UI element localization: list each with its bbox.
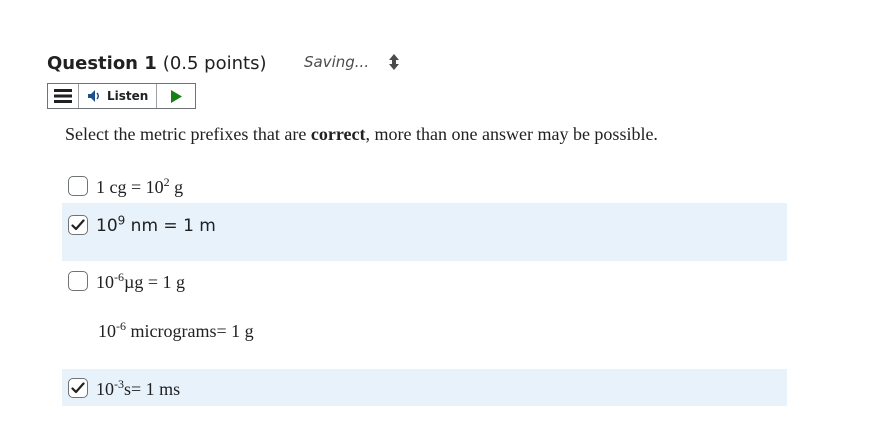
option-1-label: 1 cg = 102 g xyxy=(96,175,184,197)
option-3-extra-line: 10-6 micrograms= 1 g xyxy=(98,319,254,341)
listen-button[interactable]: Listen xyxy=(79,84,158,108)
speaker-icon xyxy=(88,90,99,102)
saving-text: Saving... xyxy=(304,53,370,71)
option-3-checkbox[interactable] xyxy=(68,271,88,291)
option-2[interactable]: 109 nm = 1 m xyxy=(62,203,787,261)
prompt-bold: correct xyxy=(310,124,366,144)
option-2-checkbox[interactable] xyxy=(68,215,88,235)
option-1[interactable]: 1 cg = 102 g xyxy=(62,174,787,202)
menu-icon xyxy=(54,89,72,103)
listen-label: Listen xyxy=(107,89,149,103)
play-button[interactable] xyxy=(157,84,195,108)
option-1-checkbox[interactable] xyxy=(68,176,88,196)
menu-button[interactable] xyxy=(48,84,79,108)
prompt-text: Select the metric prefixes that are xyxy=(65,124,311,144)
option-4-label: 10-3s= 1 ms xyxy=(96,377,181,399)
checkmark-icon xyxy=(71,219,85,231)
option-3-label: 10-6µg = 1 g xyxy=(96,270,186,292)
option-4-checkbox[interactable] xyxy=(68,378,88,398)
question-prompt: Select the metric prefixes that are corr… xyxy=(65,124,658,145)
prompt-text-end: , more than one answer may be possible. xyxy=(365,124,658,144)
question-header: Question 1 (0.5 points) xyxy=(47,50,266,76)
readspeaker-toolbar: Listen xyxy=(47,83,196,109)
checkmark-icon xyxy=(71,382,85,394)
option-4[interactable]: 10-3s= 1 ms xyxy=(62,369,787,406)
option-3[interactable]: 10-6µg = 1 g xyxy=(62,268,787,300)
play-icon xyxy=(171,89,183,103)
sync-icon xyxy=(385,52,403,72)
save-status: Saving... xyxy=(304,52,403,72)
option-2-label: 109 nm = 1 m xyxy=(96,213,216,236)
question-title: Question 1 xyxy=(47,52,157,74)
question-points: (0.5 points) xyxy=(162,52,267,74)
